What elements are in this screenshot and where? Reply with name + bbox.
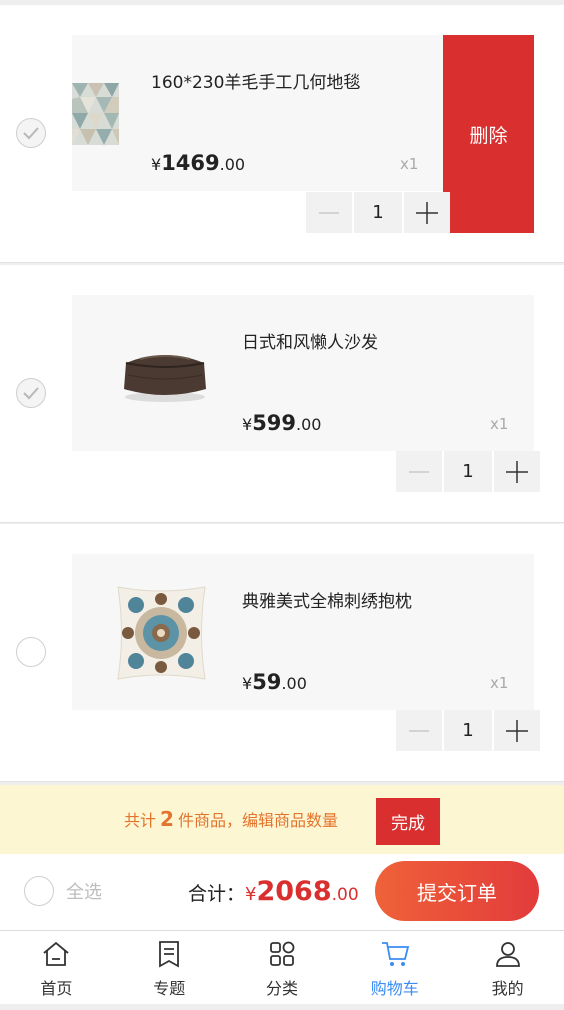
category-icon (270, 941, 295, 966)
cart-page: { "cart": { "items": [ {"name": "160*230… (0, 0, 564, 1010)
item-checkbox[interactable] (16, 637, 46, 667)
done-button[interactable]: 完成 (376, 798, 440, 845)
cart-item: 典雅美式全棉刺绣抱枕 ¥59.00 x1 1 (0, 524, 564, 782)
item-qty-label: x1 (490, 674, 509, 692)
cart-item: 160*230羊毛手工几何地毯 ¥1469.00 x1 删除 1 (0, 5, 564, 263)
edit-summary-bar: 共计 2 件商品，编辑商品数量 完成 (0, 785, 564, 854)
tab-category[interactable]: 分类 (226, 931, 339, 1004)
sofa-image (120, 345, 210, 405)
item-card[interactable]: 160*230羊毛手工几何地毯 ¥1469.00 x1 (72, 35, 444, 191)
pillow-image (114, 583, 209, 683)
increase-button[interactable] (404, 192, 450, 233)
item-checkbox[interactable] (16, 378, 46, 408)
item-checkbox[interactable] (16, 118, 46, 148)
tab-bar: 首页 专题 分类 购物车 我的 (0, 930, 564, 1004)
tab-cart[interactable]: 购物车 (338, 931, 451, 1004)
increase-button[interactable] (494, 451, 540, 492)
item-name: 160*230羊毛手工几何地毯 (151, 73, 361, 93)
decrease-button[interactable] (306, 192, 352, 233)
quantity-value[interactable]: 1 (444, 451, 492, 492)
quantity-value[interactable]: 1 (354, 192, 402, 233)
check-icon (23, 127, 39, 140)
item-qty-label: x1 (490, 415, 509, 433)
tab-profile[interactable]: 我的 (451, 931, 564, 1004)
item-card[interactable]: 典雅美式全棉刺绣抱枕 ¥59.00 x1 (72, 554, 534, 710)
quantity-stepper: 1 (396, 451, 540, 492)
item-card[interactable]: 日式和风懒人沙发 ¥599.00 x1 (72, 295, 534, 451)
submit-order-button[interactable]: 提交订单 (375, 861, 539, 921)
select-all-checkbox[interactable] (24, 876, 54, 906)
topic-icon (159, 941, 180, 968)
item-count: 2 (160, 807, 174, 831)
item-qty-label: x1 (400, 155, 419, 173)
bottom-strip (0, 1004, 564, 1010)
item-price: ¥599.00 (242, 411, 322, 435)
minus-icon (409, 729, 429, 732)
total-label: 合计： (188, 883, 246, 905)
cart-item: 日式和风懒人沙发 ¥599.00 x1 1 (0, 265, 564, 523)
decrease-button[interactable] (396, 451, 442, 492)
minus-icon (319, 211, 339, 214)
check-icon (23, 387, 39, 400)
checkout-bar: 全选 合计：¥2068.00 提交订单 (0, 854, 564, 930)
home-icon (43, 941, 69, 966)
decrease-button[interactable] (396, 710, 442, 751)
item-price: ¥1469.00 (151, 151, 246, 175)
user-icon (495, 942, 520, 967)
tab-topic[interactable]: 专题 (113, 931, 226, 1004)
quantity-stepper: 1 (306, 192, 450, 233)
select-all-label: 全选 (66, 882, 102, 903)
item-price: ¥59.00 (242, 670, 307, 694)
plus-icon (416, 201, 438, 224)
total-amount: 2068 (256, 876, 332, 907)
minus-icon (409, 470, 429, 473)
delete-button[interactable]: 删除 (443, 35, 534, 233)
item-name: 日式和风懒人沙发 (242, 333, 378, 353)
plus-icon (506, 719, 528, 742)
quantity-stepper: 1 (396, 710, 540, 751)
increase-button[interactable] (494, 710, 540, 751)
plus-icon (506, 460, 528, 483)
tab-home[interactable]: 首页 (0, 931, 113, 1004)
summary-text: 共计 2 件商品，编辑商品数量 (124, 807, 338, 831)
quantity-value[interactable]: 1 (444, 710, 492, 751)
select-all[interactable]: 全选 (24, 876, 102, 906)
rug-image (72, 83, 119, 145)
item-name: 典雅美式全棉刺绣抱枕 (242, 592, 412, 612)
order-total: 合计：¥2068.00 (188, 876, 359, 907)
cart-icon (381, 942, 409, 966)
